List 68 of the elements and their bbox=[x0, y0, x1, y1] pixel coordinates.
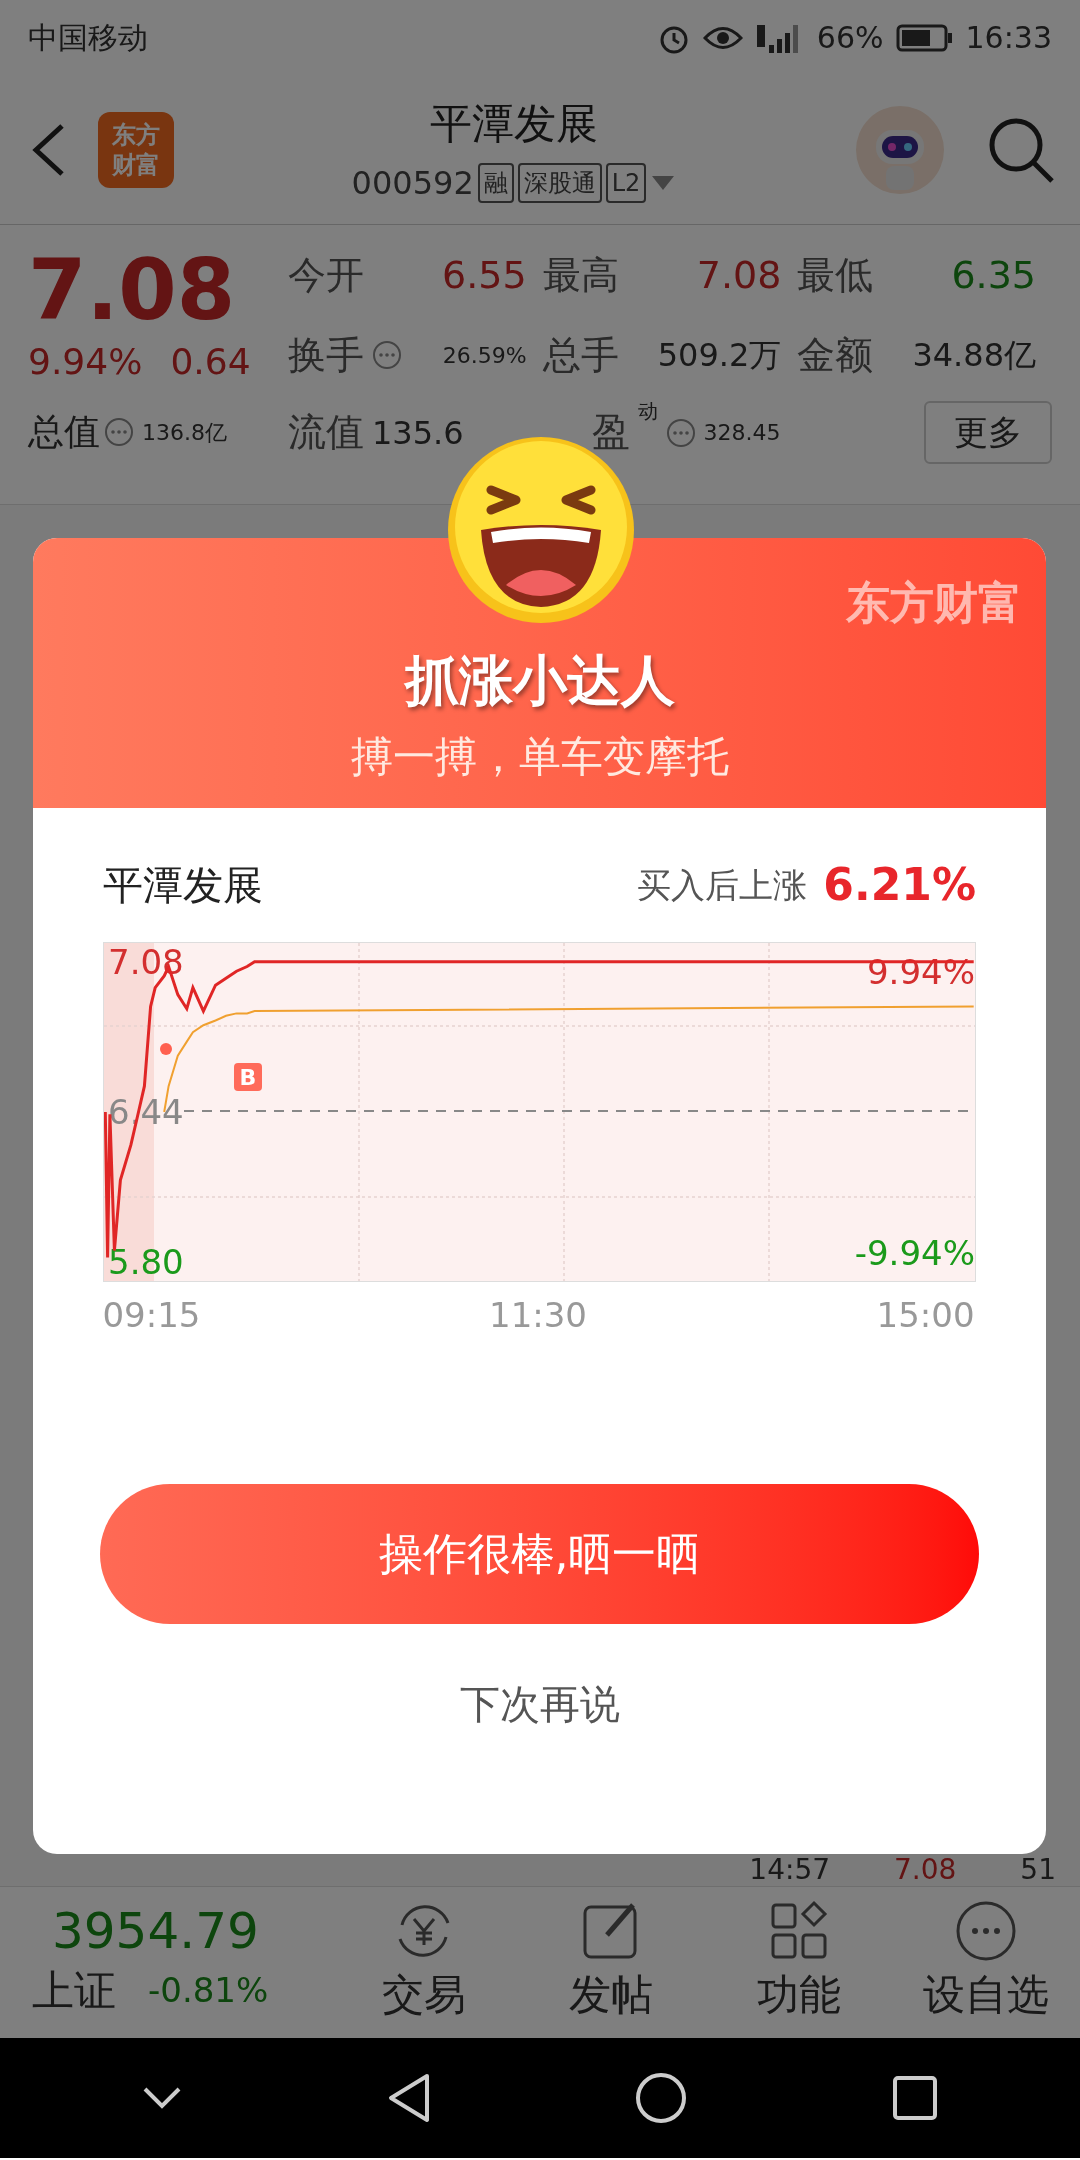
home-circle-icon[interactable] bbox=[635, 2072, 688, 2124]
trade-price: 7.08 bbox=[894, 1855, 957, 1885]
stat-label: 总值 bbox=[28, 410, 100, 454]
buy-point-dot bbox=[160, 1043, 172, 1055]
share-button[interactable]: 操作很棒,晒一晒 bbox=[100, 1484, 979, 1624]
time-label: 15:00 bbox=[876, 1294, 975, 1337]
stat-value: 7.08 bbox=[696, 251, 782, 299]
nav-label[interactable]: 设自选 bbox=[923, 1963, 1050, 2026]
carrier-name: 中国移动 bbox=[28, 19, 148, 57]
more-info-icon bbox=[665, 417, 696, 448]
stock-name: 平潭发展 bbox=[103, 861, 263, 910]
stock-tag: 深股通 bbox=[517, 163, 602, 203]
stat-label: 流值 bbox=[288, 409, 364, 456]
battery-percent: 66% bbox=[816, 19, 884, 57]
more-info-icon bbox=[372, 340, 402, 370]
stock-tag: L2 bbox=[605, 163, 647, 203]
stat-label: 最高 bbox=[542, 251, 619, 299]
current-price: 7.08 bbox=[28, 245, 237, 335]
dropdown-caret-icon[interactable] bbox=[650, 174, 677, 192]
brand-mark: 东方财富 bbox=[846, 576, 1022, 630]
app-logo: 东方 财富 bbox=[98, 111, 174, 188]
axis-label: -9.94% bbox=[854, 1232, 975, 1275]
stock-code: 000592 bbox=[351, 163, 474, 204]
stat-label: 盈 bbox=[591, 409, 630, 456]
nav-label[interactable]: 交易 bbox=[381, 1963, 466, 2026]
axis-label: 5.80 bbox=[107, 1245, 185, 1280]
time-label: 09:15 bbox=[102, 1294, 201, 1337]
recents-square-icon[interactable] bbox=[891, 2075, 938, 2121]
stat-value: 6.55 bbox=[442, 251, 527, 299]
stat-label: 最低 bbox=[797, 251, 874, 299]
buy-marker: B bbox=[234, 1063, 262, 1091]
trade-volume: 51 bbox=[1020, 1855, 1056, 1885]
change-amount: 0.64 bbox=[170, 340, 251, 384]
stock-title: 平潭发展 bbox=[430, 98, 598, 150]
stat-label: 金额 bbox=[797, 331, 874, 379]
clock-time: 16:33 bbox=[965, 19, 1052, 57]
gain-value: 6.21% bbox=[823, 858, 976, 912]
stat-value: 136.8亿 bbox=[142, 418, 227, 447]
stat-label: 今开 bbox=[288, 251, 364, 299]
index-change: -0.81% bbox=[148, 1969, 269, 2012]
stat-value: 328.45 bbox=[703, 419, 781, 447]
collapse-chevron-icon[interactable] bbox=[142, 2086, 183, 2110]
gain-label: 买入后上涨 bbox=[637, 863, 808, 907]
time-label: 11:30 bbox=[489, 1294, 587, 1337]
stat-value: 135.6 bbox=[372, 412, 464, 454]
change-percent: 9.94% bbox=[28, 340, 143, 384]
nav-label[interactable]: 功能 bbox=[756, 1963, 841, 2026]
battery-icon bbox=[895, 22, 954, 53]
index-value[interactable]: 3954.79 bbox=[32, 1903, 330, 1959]
robot-avatar-icon[interactable] bbox=[854, 103, 946, 196]
dialog-title: 抓涨小达人 bbox=[404, 648, 675, 714]
stat-value: 34.88亿 bbox=[912, 335, 1036, 376]
later-button[interactable]: 下次再说 bbox=[459, 1674, 620, 1734]
stat-value: 6.35 bbox=[951, 251, 1036, 299]
dialog-subtitle: 搏一搏，单车变摩托 bbox=[350, 731, 729, 783]
back-triangle-icon[interactable] bbox=[386, 2073, 431, 2123]
trade-time: 14:57 bbox=[749, 1855, 830, 1885]
stat-value: 509.2万 bbox=[657, 335, 782, 376]
stat-label: 换手 bbox=[288, 331, 364, 379]
more-button[interactable]: 更多 bbox=[924, 401, 1052, 464]
nav-label[interactable]: 发帖 bbox=[569, 1963, 654, 2026]
index-name: 上证 bbox=[32, 1965, 116, 2017]
more-info-icon bbox=[104, 417, 134, 447]
axis-label: 7.08 bbox=[107, 944, 185, 979]
stat-superscript: 动 bbox=[637, 398, 658, 425]
stat-value: 26.59% bbox=[442, 341, 527, 370]
stock-tag: 融 bbox=[477, 163, 514, 203]
stat-label: 总手 bbox=[542, 331, 619, 379]
